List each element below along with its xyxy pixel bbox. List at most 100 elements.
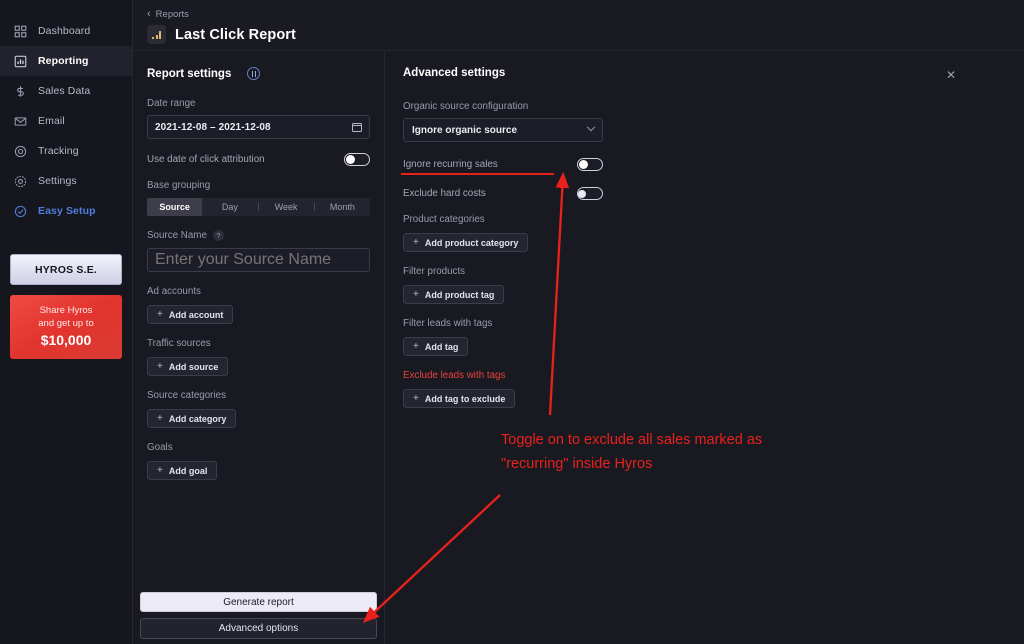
base-grouping-segmented-control: Source Day Week Month [147,198,370,216]
goals-label: Goals [147,442,173,453]
sidebar-item-email[interactable]: Email [0,106,132,136]
bar-chart-icon [147,25,166,44]
add-category-button[interactable]: + Add category [147,409,237,428]
promo-line-2: and get up to [38,318,94,329]
add-tag-label: Add tag [424,341,459,352]
click-attribution-row: Use date of click attribution [147,153,370,166]
add-source-button[interactable]: + Add source [147,357,229,376]
goals-group: Goals + Add goal [147,442,370,480]
bottom-actions: Generate report Advanced options [140,592,377,639]
sidebar-item-label: Reporting [38,55,89,67]
product-categories-label: Product categories [403,214,485,225]
sidebar-item-label: Sales Data [38,85,91,97]
base-grouping-group: Base grouping Source Day Week Month [147,180,370,216]
date-range-input[interactable]: 2021-12-08 – 2021-12-08 [147,115,370,139]
advanced-settings-panel: Advanced settings ✕ Organic source confi… [385,51,1024,644]
bar-chart-icon [13,54,27,68]
sidebar-item-label: Email [38,115,65,127]
segment-source[interactable]: Source [147,198,203,216]
hyros-se-button[interactable]: HYROS S.E. [10,254,122,285]
exclude-leads-with-tags-group: Exclude leads with tags + Add tag to exc… [403,370,603,408]
add-goal-button[interactable]: + Add goal [147,461,218,480]
sidebar-item-dashboard[interactable]: Dashboard [0,16,132,46]
plus-icon: + [413,341,419,352]
plus-icon: + [413,237,419,248]
report-settings-header: Report settings [147,67,370,80]
source-name-input[interactable] [147,248,370,272]
filter-leads-with-tags-group: Filter leads with tags + Add tag [403,318,603,356]
organic-source-value: Ignore organic source [412,124,518,136]
ad-accounts-group: Ad accounts + Add account [147,286,370,324]
envelope-icon [13,114,27,128]
sidebar-item-label: Tracking [38,145,79,157]
ad-accounts-label: Ad accounts [147,286,201,297]
share-hyros-promo-card[interactable]: Share Hyros and get up to $10,000 [10,295,122,359]
grid-icon [13,24,27,38]
sidebar-item-sales-data[interactable]: Sales Data [0,76,132,106]
organic-source-select[interactable]: Ignore organic source [403,118,603,142]
base-grouping-label: Base grouping [147,180,211,191]
top-bar: ‹ Reports Last Click Report [133,0,1024,51]
segment-day[interactable]: Day [202,198,257,216]
segment-week[interactable]: Week [259,198,314,216]
generate-report-button[interactable]: Generate report [140,592,377,612]
source-name-field[interactable] [155,251,362,269]
dollar-icon [13,84,27,98]
target-icon [13,144,27,158]
calendar-icon [352,122,362,132]
plus-icon: + [413,289,419,300]
page-title: Last Click Report [175,26,296,43]
exclude-hard-costs-toggle[interactable] [577,187,603,200]
source-name-label-row: Source Name ? [147,230,370,241]
segment-month[interactable]: Month [315,198,370,216]
plus-icon: + [413,393,419,404]
sidebar-item-label: Easy Setup [38,205,96,217]
exclude-hard-costs-row: Exclude hard costs [403,187,603,200]
promo-amount: $10,000 [40,332,92,348]
source-name-group: Source Name ? [147,230,370,272]
add-account-button[interactable]: + Add account [147,305,234,324]
sidebar-item-reporting[interactable]: Reporting [0,46,132,76]
add-tag-button[interactable]: + Add tag [403,337,469,356]
sidebar-divider [0,226,132,240]
plus-icon: + [157,309,163,320]
click-attribution-label: Use date of click attribution [147,154,265,165]
click-attribution-toggle[interactable] [344,153,370,166]
advanced-settings-body: Organic source configuration Ignore orga… [401,101,603,408]
date-range-value: 2021-12-08 – 2021-12-08 [155,121,271,133]
advanced-settings-header: Advanced settings ✕ [403,67,1006,83]
question-icon[interactable]: ? [212,230,224,241]
promo-line-1: Share Hyros [39,305,93,316]
plus-icon: + [157,465,163,476]
add-product-tag-label: Add product tag [424,289,495,300]
sidebar: Dashboard Reporting Sales Data Email Tra… [0,0,133,644]
source-categories-label: Source categories [147,390,226,401]
sidebar-item-label: Settings [38,175,77,187]
date-range-label: Date range [147,98,196,109]
add-tag-to-exclude-button[interactable]: + Add tag to exclude [403,389,516,408]
product-categories-group: Product categories + Add product categor… [403,214,603,252]
chevron-down-icon [586,122,596,132]
report-settings-title: Report settings [147,67,232,80]
add-category-label: Add category [168,413,227,424]
filter-products-label: Filter products [403,266,466,277]
add-product-category-button[interactable]: + Add product category [403,233,529,252]
sidebar-item-easy-setup[interactable]: Easy Setup [0,196,132,226]
ignore-recurring-sales-toggle[interactable] [577,158,603,171]
add-source-label: Add source [168,361,219,372]
page-title-row: Last Click Report [147,25,1024,44]
sidebar-item-tracking[interactable]: Tracking [0,136,132,166]
plus-icon: + [157,361,163,372]
add-product-tag-button[interactable]: + Add product tag [403,285,505,304]
add-goal-label: Add goal [168,465,208,476]
close-icon[interactable]: ✕ [942,67,960,83]
app-window: Dashboard Reporting Sales Data Email Tra… [0,0,1024,644]
breadcrumb[interactable]: ‹ Reports [147,9,1024,21]
advanced-settings-title: Advanced settings [403,67,506,79]
advanced-options-button[interactable]: Advanced options [140,618,377,639]
info-columns-icon[interactable] [247,67,261,80]
main-area: ‹ Reports Last Click Report Report setti… [133,0,1024,644]
sidebar-item-settings[interactable]: Settings [0,166,132,196]
add-account-label: Add account [168,309,224,320]
source-categories-group: Source categories + Add category [147,390,370,428]
